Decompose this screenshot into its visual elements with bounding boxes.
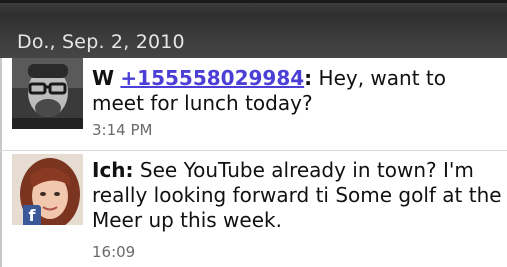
facebook-icon: f	[23, 205, 41, 225]
date-header: Do., Sep. 2, 2010	[0, 0, 507, 58]
message-time: 3:14 PM	[92, 121, 153, 139]
message-body: See YouTube already in town? I'm really …	[92, 158, 502, 232]
sender-number-link[interactable]: +155558029984	[120, 66, 304, 90]
man-avatar-icon	[12, 58, 83, 129]
message-time: 16:09	[92, 243, 136, 261]
message-item[interactable]: W +155558029984: Hey, want to meet for l…	[0, 58, 507, 150]
avatar[interactable]: f	[12, 154, 83, 225]
message-item[interactable]: f Ich: See YouTube already in town? I'm …	[0, 150, 507, 267]
sender-name: W	[92, 66, 115, 90]
message-text: W +155558029984: Hey, want to meet for l…	[92, 66, 446, 115]
date-label: Do., Sep. 2, 2010	[17, 31, 185, 53]
sender-name: Ich:	[92, 158, 134, 182]
message-text: Ich: See YouTube already in town? I'm re…	[92, 158, 502, 233]
avatar[interactable]	[12, 58, 83, 129]
